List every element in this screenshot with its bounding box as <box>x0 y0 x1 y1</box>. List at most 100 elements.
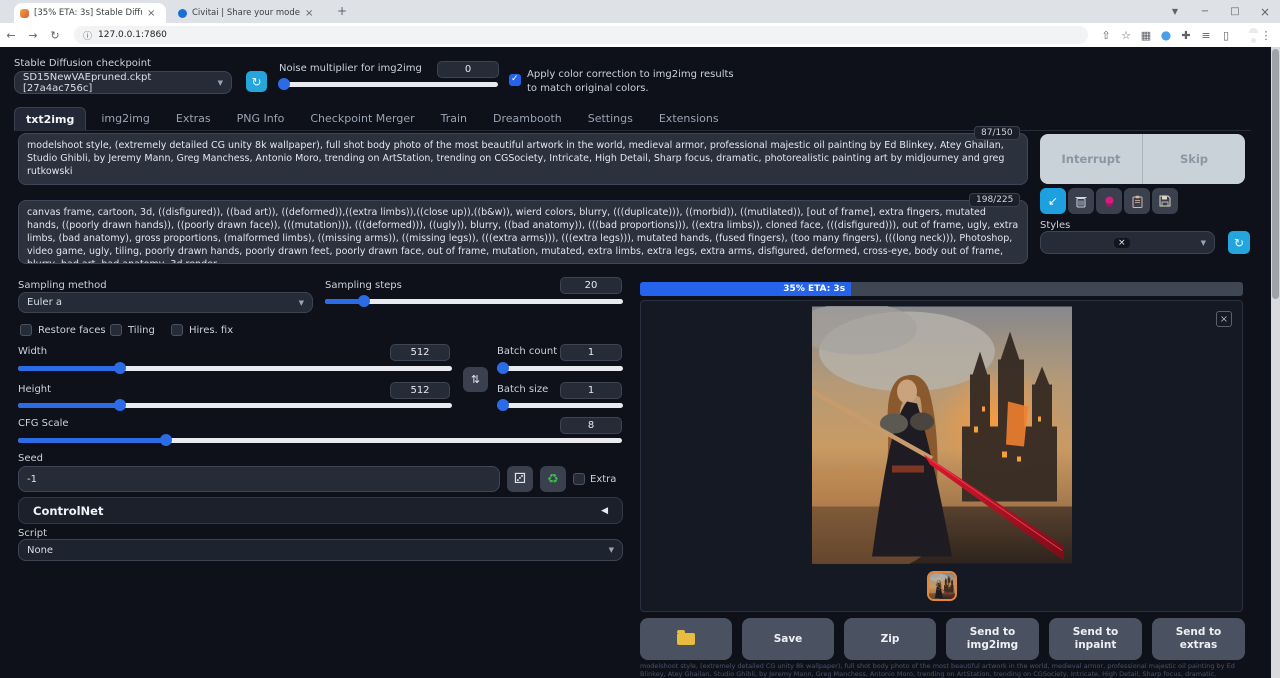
skip-button[interactable]: Skip <box>1143 134 1245 184</box>
extra-seed-checkbox[interactable] <box>573 473 585 485</box>
new-tab-button[interactable]: + <box>334 4 350 20</box>
tab-settings[interactable]: Settings <box>577 107 644 130</box>
tab-extras[interactable]: Extras <box>165 107 222 130</box>
reload-icon[interactable]: ↻ <box>44 29 66 42</box>
styles-label: Styles <box>1040 220 1070 231</box>
width-slider[interactable] <box>18 362 452 374</box>
send-to-extras-button[interactable]: Send to extras <box>1152 618 1245 660</box>
random-seed-button[interactable]: ⚂ <box>507 466 533 492</box>
batch-size-value[interactable]: 1 <box>560 382 622 399</box>
tab-train[interactable]: Train <box>430 107 478 130</box>
styles-clear-icon[interactable]: × <box>1114 238 1130 248</box>
clear-prompt-button[interactable] <box>1068 188 1094 214</box>
script-label: Script <box>18 528 47 539</box>
sampling-steps-label: Sampling steps <box>325 280 402 291</box>
zip-button[interactable]: Zip <box>844 618 936 660</box>
window-minimize-icon[interactable]: − <box>1190 0 1220 23</box>
window-close-icon[interactable]: × <box>1250 0 1280 23</box>
styles-dropdown[interactable]: × ▼ <box>1040 231 1215 254</box>
sampling-method-dropdown[interactable]: Euler a ▼ <box>18 292 313 313</box>
checkpoint-value: SD15NewVAEpruned.ckpt [27a4ac756c] <box>23 72 212 94</box>
browser-menu-icon[interactable]: ⋮ <box>1256 29 1276 42</box>
prompt-token-counter: 87/150 <box>974 126 1020 140</box>
tab-dreambooth[interactable]: Dreambooth <box>482 107 573 130</box>
address-bar[interactable]: ⓘ 127.0.0.1:7860 <box>74 26 1088 44</box>
script-dropdown[interactable]: None ▼ <box>18 539 623 561</box>
forward-icon[interactable]: → <box>22 29 44 42</box>
extra-networks-button[interactable] <box>1096 188 1122 214</box>
tab-png-info[interactable]: PNG Info <box>226 107 296 130</box>
reading-list-icon[interactable]: ≡ <box>1196 29 1216 42</box>
tab-close-icon[interactable]: × <box>147 8 155 19</box>
gallery-thumbnail-selected[interactable] <box>927 571 957 601</box>
tab-checkpoint-merger[interactable]: Checkpoint Merger <box>299 107 425 130</box>
tab-img2img[interactable]: img2img <box>90 107 161 130</box>
negative-prompt-input[interactable]: canvas frame, cartoon, 3d, ((disfigured)… <box>18 200 1028 264</box>
side-panel-icon[interactable]: ▯ <box>1216 29 1236 42</box>
cfg-scale-label: CFG Scale <box>18 418 69 429</box>
generated-image-preview[interactable] <box>812 306 1072 564</box>
tab-extensions[interactable]: Extensions <box>648 107 730 130</box>
swap-dimensions-button[interactable]: ⇅ <box>463 367 488 392</box>
chevron-down-icon: ▼ <box>609 546 614 554</box>
browser-tab-title: Civitai | Share your models <box>192 8 300 18</box>
interrupt-button[interactable]: Interrupt <box>1040 134 1143 184</box>
batch-count-value[interactable]: 1 <box>560 344 622 361</box>
styles-refresh-button[interactable]: ↻ <box>1228 231 1250 254</box>
browser-tab-civitai[interactable]: Civitai | Share your models × <box>172 3 324 23</box>
recycle-icon: ♻ <box>547 472 559 487</box>
bookmark-star-icon[interactable]: ☆ <box>1116 29 1136 42</box>
restore-faces-checkbox[interactable] <box>20 324 32 336</box>
extensions-puzzle-icon[interactable]: ✚ <box>1176 29 1196 42</box>
extension-grid-icon[interactable]: ▦ <box>1136 29 1156 42</box>
gallery-close-icon[interactable]: × <box>1216 311 1232 327</box>
back-icon[interactable]: ← <box>0 29 22 42</box>
height-value[interactable]: 512 <box>390 382 450 399</box>
noise-multiplier-value[interactable]: 0 <box>437 61 499 78</box>
height-slider[interactable] <box>18 399 452 411</box>
generation-info-text: modelshoot style, (extremely detailed CG… <box>640 663 1243 678</box>
browser-tab-stable-diffusion[interactable]: [35% ETA: 3s] Stable Diffusion × <box>14 3 166 23</box>
height-label: Height <box>18 384 51 395</box>
paste-generation-params-button[interactable]: ↙ <box>1040 188 1066 214</box>
color-correction-checkbox[interactable] <box>509 74 521 86</box>
share-icon[interactable]: ⇧ <box>1096 29 1116 42</box>
extension-blue-icon[interactable]: ● <box>1156 28 1176 42</box>
save-style-button[interactable] <box>1152 188 1178 214</box>
tiling-checkbox[interactable] <box>110 324 122 336</box>
chevron-down-icon: ▼ <box>218 79 223 87</box>
site-info-icon[interactable]: ⓘ <box>83 29 92 42</box>
browser-chrome: [35% ETA: 3s] Stable Diffusion × Civitai… <box>0 0 1280 47</box>
open-folder-button[interactable] <box>640 618 732 660</box>
browser-toolbar: ← → ↻ ⓘ 127.0.0.1:7860 ⇧ ☆ ▦ ● ✚ ≡ ▯ ⋮ <box>0 23 1280 47</box>
tab-txt2img[interactable]: txt2img <box>14 107 86 130</box>
script-value: None <box>27 545 53 556</box>
apply-styles-button[interactable] <box>1124 188 1150 214</box>
noise-multiplier-label: Noise multiplier for img2img <box>279 63 422 74</box>
scrollbar-thumb[interactable] <box>1272 49 1279 299</box>
reuse-seed-button[interactable]: ♻ <box>540 466 566 492</box>
controlnet-label: ControlNet <box>33 504 103 518</box>
checkpoint-label: Stable Diffusion checkpoint <box>14 58 151 69</box>
noise-multiplier-slider[interactable] <box>280 78 498 90</box>
page-scrollbar[interactable] <box>1271 47 1280 678</box>
checkpoint-dropdown[interactable]: SD15NewVAEpruned.ckpt [27a4ac756c] ▼ <box>14 71 232 94</box>
batch-count-slider[interactable] <box>497 362 623 374</box>
cfg-scale-slider[interactable] <box>18 434 622 446</box>
prompt-input[interactable]: modelshoot style, (extremely detailed CG… <box>18 133 1028 185</box>
width-value[interactable]: 512 <box>390 344 450 361</box>
send-to-inpaint-button[interactable]: Send to inpaint <box>1049 618 1142 660</box>
seed-input[interactable] <box>18 466 500 492</box>
window-maximize-icon[interactable]: □ <box>1220 0 1250 23</box>
sampling-steps-value[interactable]: 20 <box>560 277 622 294</box>
sampling-steps-slider[interactable] <box>325 295 623 307</box>
batch-size-slider[interactable] <box>497 399 623 411</box>
checkpoint-refresh-button[interactable]: ↻ <box>246 71 267 92</box>
window-chevron-icon[interactable]: ▼ <box>1160 0 1190 23</box>
tab-close-icon[interactable]: × <box>305 8 313 19</box>
cfg-scale-value[interactable]: 8 <box>560 417 622 434</box>
save-button[interactable]: Save <box>742 618 834 660</box>
send-to-img2img-button[interactable]: Send to img2img <box>946 618 1039 660</box>
hires-fix-checkbox[interactable] <box>171 324 183 336</box>
controlnet-accordion[interactable]: ControlNet ◀ <box>18 497 623 524</box>
